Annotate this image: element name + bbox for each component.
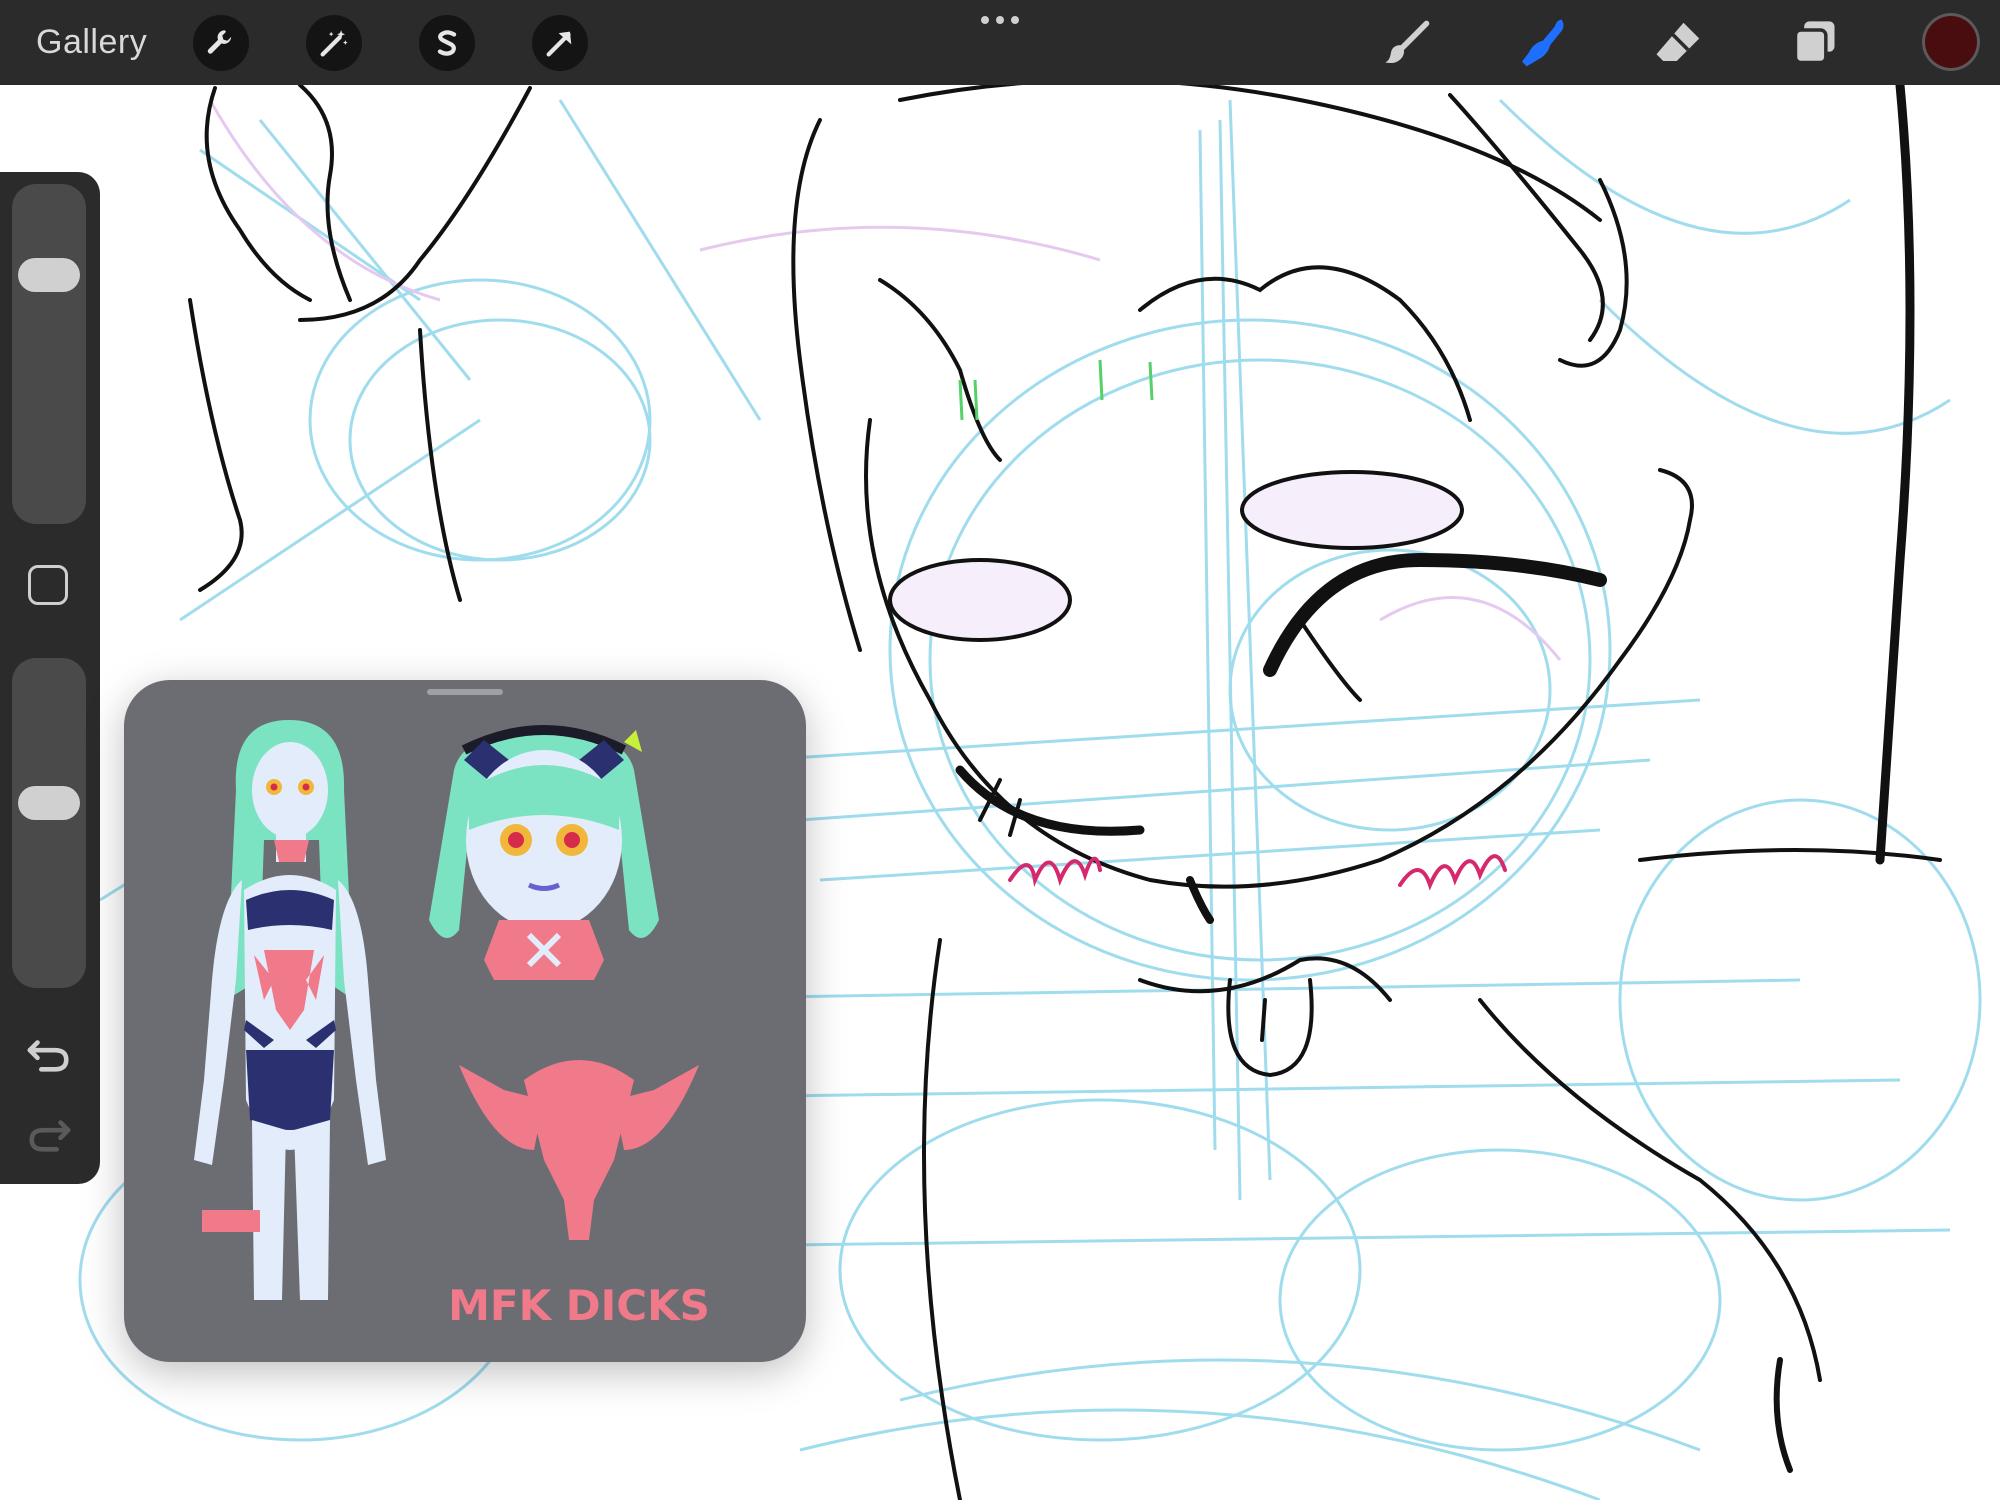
reference-figure-head [429,725,659,980]
brush-tool[interactable] [1378,14,1436,72]
selection-button[interactable] [419,15,475,71]
wrench-icon [207,30,232,54]
undo-icon[interactable] [26,1034,72,1074]
reference-logo [459,1060,699,1240]
top-toolbar: Gallery [0,0,2000,85]
redo-icon[interactable] [26,1114,72,1154]
eraser-icon [1656,22,1700,61]
gallery-button[interactable]: Gallery [36,20,147,65]
reference-figure-body [194,720,386,1300]
arrow-transform-icon [546,31,572,57]
reference-caption: MFK DICKS [448,1281,710,1330]
reference-image: MFK DICKS [194,720,710,1330]
more-options-icon[interactable] [975,10,1025,30]
transform-button[interactable] [532,15,588,71]
layers-icon [1793,21,1835,65]
smudge-tool[interactable] [1514,14,1572,72]
brush-size-slider[interactable] [12,184,86,524]
eraser-tool[interactable] [1650,14,1708,72]
color-picker-button[interactable] [1922,13,1980,71]
opacity-thumb[interactable] [18,786,80,820]
brush-icon [1385,20,1430,64]
layers-tool[interactable] [1786,14,1844,72]
magic-wand-icon [320,30,348,57]
opacity-slider[interactable] [12,658,86,988]
smudge-icon [1522,19,1564,67]
actions-button[interactable] [193,15,249,71]
brush-size-thumb[interactable] [18,258,80,292]
reference-window[interactable]: MFK DICKS [124,680,806,1362]
selection-s-icon [437,30,457,56]
modify-button[interactable] [28,565,68,605]
sidebar [0,172,100,1184]
adjustments-button[interactable] [306,15,362,71]
